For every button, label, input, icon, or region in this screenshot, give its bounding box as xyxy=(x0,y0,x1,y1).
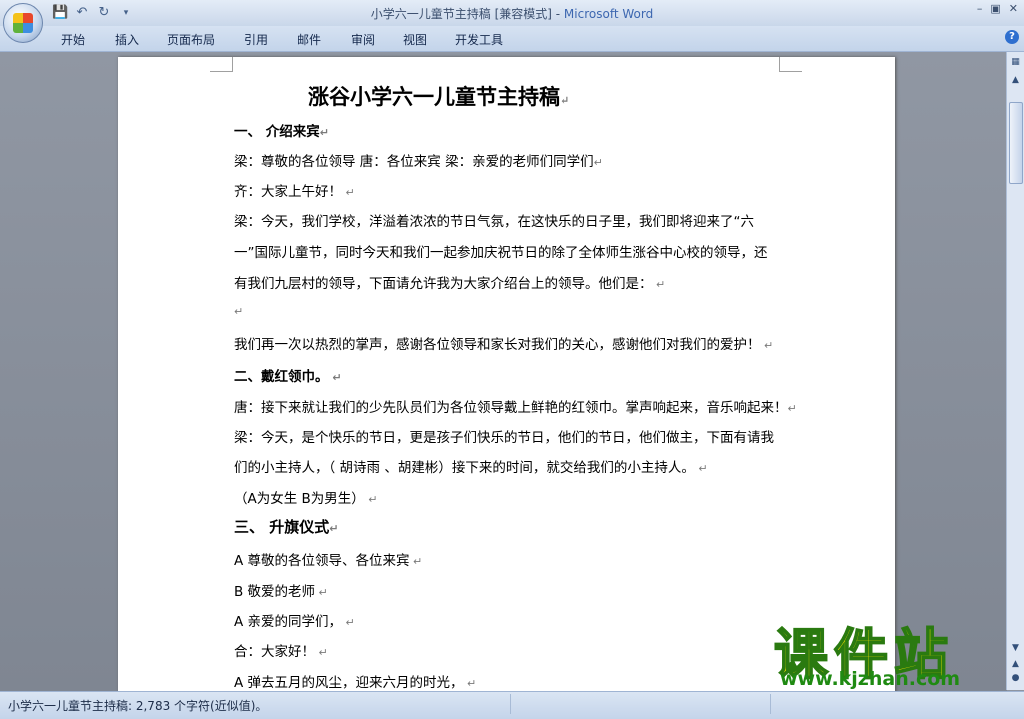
crop-mark-left xyxy=(210,57,233,72)
tab-home[interactable]: 开始 xyxy=(61,31,85,48)
paragraph: 梁：尊敬的各位领导 唐：各位来宾 梁：亲爱的老师们同学们↵ xyxy=(234,154,603,170)
document-page[interactable]: 涨谷小学六一儿童节主持稿↵ 一、 介绍来宾↵ 梁：尊敬的各位领导 唐：各位来宾 … xyxy=(118,57,895,697)
app-name: Microsoft Word xyxy=(563,7,654,21)
paragraph: 梁：今天，是个快乐的节日，更是孩子们快乐的节日，他们的节日，他们做主，下面有请我 xyxy=(234,430,774,446)
tab-insert[interactable]: 插入 xyxy=(115,31,139,48)
paragraph: A 弹去五月的风尘，迎来六月的时光， ↵ xyxy=(234,675,477,691)
minimize-icon[interactable]: – xyxy=(977,2,983,15)
tab-review[interactable]: 审阅 xyxy=(351,31,375,48)
paragraph: （A为女生 B为男生） ↵ xyxy=(234,491,378,507)
document-title: 涨谷小学六一儿童节主持稿↵ xyxy=(308,84,570,109)
tab-page-layout[interactable]: 页面布局 xyxy=(167,31,215,48)
scroll-up-icon[interactable]: ▲ xyxy=(1009,74,1022,86)
empty-paragraph: ↵ xyxy=(234,305,244,318)
tab-view[interactable]: 视图 xyxy=(403,31,427,48)
heading-1: 一、 介绍来宾↵ xyxy=(234,124,329,140)
office-logo-icon xyxy=(13,13,33,33)
paragraph: 梁：今天，我们学校，洋溢着浓浓的节日气氛，在这快乐的日子里，我们即将迎来了“六 xyxy=(234,214,754,230)
tab-references[interactable]: 引用 xyxy=(244,31,268,48)
paragraph: 唐：接下来就让我们的少先队员们为各位领导戴上鲜艳的红领巾。掌声响起来，音乐响起来… xyxy=(234,400,797,416)
tab-developer[interactable]: 开发工具 xyxy=(455,31,503,48)
paragraph: B 敬爱的老师 ↵ xyxy=(234,584,328,600)
paragraph: 一”国际儿童节，同时今天和我们一起参加庆祝节日的除了全体师生涨谷中心校的领导，还 xyxy=(234,245,768,261)
help-icon[interactable]: ? xyxy=(1005,30,1019,44)
restore-icon[interactable]: ▣ xyxy=(990,2,1000,15)
paragraph: A 尊敬的各位领导、各位来宾 ↵ xyxy=(234,553,423,569)
tab-mailings[interactable]: 邮件 xyxy=(297,31,321,48)
previous-page-icon[interactable]: ▲ xyxy=(1009,658,1022,670)
status-bar: 小学六一儿童节主持稿: 2,783 个字符(近似值)。 xyxy=(0,691,1024,719)
kjzhan-watermark: 课件站 www.kjzhan.com xyxy=(770,610,1010,695)
heading-2: 二、戴红领巾。 ↵ xyxy=(234,369,342,385)
status-divider xyxy=(510,694,511,714)
paragraph: 们的小主持人，（ 胡诗雨 、胡建彬）接下来的时间，就交给我们的小主持人。 ↵ xyxy=(234,460,708,476)
office-button[interactable] xyxy=(3,3,43,43)
window-controls: – ▣ ✕ xyxy=(977,2,1018,15)
ribbon-tabs: 开始 插入 页面布局 引用 邮件 审阅 视图 开发工具 ? xyxy=(0,26,1024,52)
status-word-count[interactable]: 小学六一儿童节主持稿: 2,783 个字符(近似值)。 xyxy=(8,697,267,714)
scroll-down-icon[interactable]: ▼ xyxy=(1009,642,1022,654)
paragraph: 合：大家好！ ↵ xyxy=(234,644,328,660)
browse-object-icon[interactable]: ● xyxy=(1009,672,1022,684)
close-icon[interactable]: ✕ xyxy=(1009,2,1018,15)
paragraph: A 亲爱的同学们， ↵ xyxy=(234,614,355,630)
title-bar: 💾 ↶ ↻ ▾ 小学六一儿童节主持稿 [兼容模式] - Microsoft Wo… xyxy=(0,0,1024,26)
watermark-url: www.kjzhan.com xyxy=(780,668,961,690)
window-title: 小学六一儿童节主持稿 [兼容模式] - Microsoft Word xyxy=(0,5,1024,22)
paragraph: 齐：大家上午好！ ↵ xyxy=(234,184,355,200)
heading-3: 三、 升旗仪式↵ xyxy=(234,518,339,536)
paragraph: 我们再一次以热烈的掌声，感谢各位领导和家长对我们的关心，感谢他们对我们的爱护！ … xyxy=(234,337,774,353)
ruler-toggle-icon[interactable]: ▦ xyxy=(1009,56,1022,68)
document-name: 小学六一儿童节主持稿 [兼容模式] - xyxy=(370,7,564,21)
status-divider xyxy=(770,694,771,714)
vertical-scrollbar[interactable]: ▦ ▲ ▼ ▲ ● xyxy=(1006,52,1024,690)
crop-mark-right xyxy=(779,57,802,72)
paragraph: 有我们九层村的领导，下面请允许我为大家介绍台上的领导。他们是： ↵ xyxy=(234,276,666,292)
scroll-thumb[interactable] xyxy=(1009,102,1023,184)
